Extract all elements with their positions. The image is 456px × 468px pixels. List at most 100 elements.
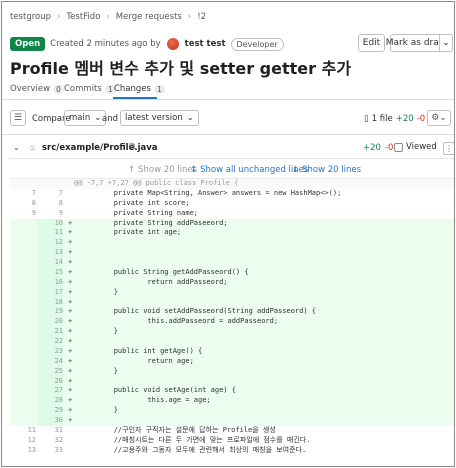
breadcrumb-merge-requests[interactable]: Merge requests (116, 12, 182, 22)
old-line-number[interactable]: 11 (10, 425, 36, 436)
show-lines-down-button[interactable]: ↓ Show 20 lines (292, 165, 361, 175)
diff-line: 12 + (10, 238, 454, 249)
version-value: latest version (125, 113, 183, 123)
viewed-checkbox[interactable]: Viewed (394, 142, 437, 152)
code-text: public void setAge(int age) { (80, 386, 236, 395)
diff-line: 23 + public int getAge() { (10, 346, 454, 357)
chevron-down-icon[interactable]: ⌄ (13, 143, 20, 152)
new-line-number[interactable]: 16 (37, 277, 63, 288)
tab-label: Changes (114, 84, 151, 94)
chevron-down-icon: ⌄ (94, 113, 102, 123)
new-line-number[interactable]: 20 (37, 317, 63, 328)
author-name[interactable]: test test (185, 39, 226, 49)
new-line-number[interactable]: 15 (37, 267, 63, 278)
new-line-number[interactable]: 32 (37, 435, 63, 446)
new-line-number[interactable]: 19 (37, 307, 63, 318)
breadcrumb-mr-id[interactable]: !2 (197, 12, 206, 22)
new-line-number[interactable]: 18 (37, 297, 63, 308)
diff-line: 21 + } (10, 327, 454, 337)
more-options-icon[interactable]: ⋮ (443, 142, 454, 155)
new-line-number[interactable]: 8 (37, 198, 63, 209)
new-line-number[interactable]: 33 (37, 445, 63, 456)
new-line-number[interactable]: 31 (37, 425, 63, 436)
show-lines-up-label: Show 20 lines (138, 165, 198, 175)
old-line-number[interactable]: 7 (10, 188, 36, 199)
new-line-number[interactable]: 9 (37, 208, 63, 219)
new-line-number[interactable]: 22 (37, 337, 63, 347)
file-count: 1 file (371, 114, 393, 124)
expand-icon: ↕ (190, 165, 198, 175)
new-line-number[interactable]: 21 (37, 327, 63, 337)
old-line-number[interactable]: 12 (10, 435, 36, 446)
new-line-number[interactable]: 27 (37, 386, 63, 397)
checkbox-icon[interactable] (394, 142, 403, 152)
copy-icon[interactable]: ⧉ (129, 142, 135, 152)
old-line-number[interactable]: 8 (10, 198, 36, 209)
new-line-number[interactable]: 29 (37, 406, 63, 416)
old-line-number[interactable]: 13 (10, 445, 36, 456)
gear-icon[interactable]: ⚙⌄ (427, 110, 451, 126)
new-line-number[interactable]: 26 (37, 376, 63, 387)
diff-line: 22 + (10, 337, 454, 347)
breadcrumb-separator: › (106, 12, 110, 22)
added-marker: + (68, 416, 73, 424)
code-text: //고용주와 그동자 모두에 관련해서 최상의 매칭을 보여준다. (80, 445, 307, 454)
source-branch-select[interactable]: main ⌄ (64, 110, 107, 126)
file-tree-toggle-icon[interactable]: ☰ (10, 110, 26, 126)
avatar[interactable] (165, 37, 180, 51)
file-icon: ▯ (364, 114, 369, 124)
file-path[interactable]: src/example/Profile.java (42, 143, 158, 153)
new-line-number[interactable]: 14 (37, 258, 63, 268)
added-marker: + (68, 386, 73, 395)
edit-button[interactable]: Edit (358, 34, 385, 52)
diff-line: 12 32 //매칭시트는 다른 두 가면에 맞는 프로파일에 점수를 매긴다. (10, 435, 454, 446)
tab-commits[interactable]: Commits 1 (64, 84, 116, 94)
tab-overview[interactable]: Overview 0 (10, 84, 64, 94)
new-line-number[interactable]: 11 (37, 228, 63, 239)
mark-as-draft-button[interactable]: Mark as draft (386, 34, 445, 52)
diff-line: 15 + public String getAddPasseord() { (10, 267, 454, 278)
added-marker: + (68, 238, 73, 247)
show-lines-up-button[interactable]: ↑ Show 20 lines (128, 165, 197, 175)
code-text: this.age = age; (80, 396, 211, 405)
chevron-down-icon: ⌄ (186, 113, 194, 123)
diff-line: 19 + public void setAddPasseord(String ad… (10, 307, 454, 318)
new-line-number[interactable]: 28 (37, 396, 63, 407)
show-all-lines-button[interactable]: ↕ Show all unchanged lines (190, 165, 308, 175)
new-line-number[interactable]: 12 (37, 238, 63, 249)
added-marker: + (68, 346, 73, 355)
diff-line: 13 + (10, 248, 454, 258)
active-tab-indicator (113, 97, 157, 99)
diff-line: 28 + this.age = age; (10, 396, 454, 407)
new-line-number[interactable]: 30 (37, 416, 63, 426)
old-line-number[interactable]: 9 (10, 208, 36, 219)
diff-line: 10 + private String addPaseeord; (10, 218, 454, 229)
added-marker: + (68, 406, 73, 415)
added-marker: + (68, 218, 73, 227)
added-marker: + (68, 228, 73, 237)
breadcrumb-group[interactable]: testgroup (10, 12, 51, 22)
new-line-number[interactable]: 25 (37, 366, 63, 377)
new-line-number[interactable]: 23 (37, 346, 63, 357)
added-marker: + (68, 287, 73, 296)
tab-changes[interactable]: Changes 1 (114, 84, 165, 94)
diff-line: 11 31 //구인자 구직자는 설문에 답하는 Profile을 생성 (10, 425, 454, 436)
diff-line: 29 + } (10, 406, 454, 416)
diff-line: 14 + (10, 258, 454, 268)
tab-count: 1 (153, 84, 165, 94)
code-text: @@ -7,7 +7,27 @@ public class Profile { (74, 179, 239, 187)
file-additions: +20 (363, 143, 381, 153)
new-line-number[interactable]: 17 (37, 287, 63, 298)
new-line-number[interactable]: 13 (37, 248, 63, 258)
diff-table: @@ -7,7 +7,27 @@ public class Profile { 7… (10, 179, 454, 456)
source-branch-value: main (69, 113, 91, 123)
version-select[interactable]: latest version ⌄ (120, 110, 199, 126)
breadcrumb-project[interactable]: TestFido (66, 12, 100, 22)
chevron-down-icon[interactable]: ⌄ (439, 34, 453, 52)
code-text: public int getAge() { (80, 346, 203, 355)
added-marker: + (68, 327, 73, 336)
breadcrumb-separator: › (187, 12, 192, 22)
new-line-number[interactable]: 24 (37, 356, 63, 367)
new-line-number[interactable]: 10 (37, 218, 63, 229)
new-line-number[interactable]: 7 (37, 188, 63, 199)
